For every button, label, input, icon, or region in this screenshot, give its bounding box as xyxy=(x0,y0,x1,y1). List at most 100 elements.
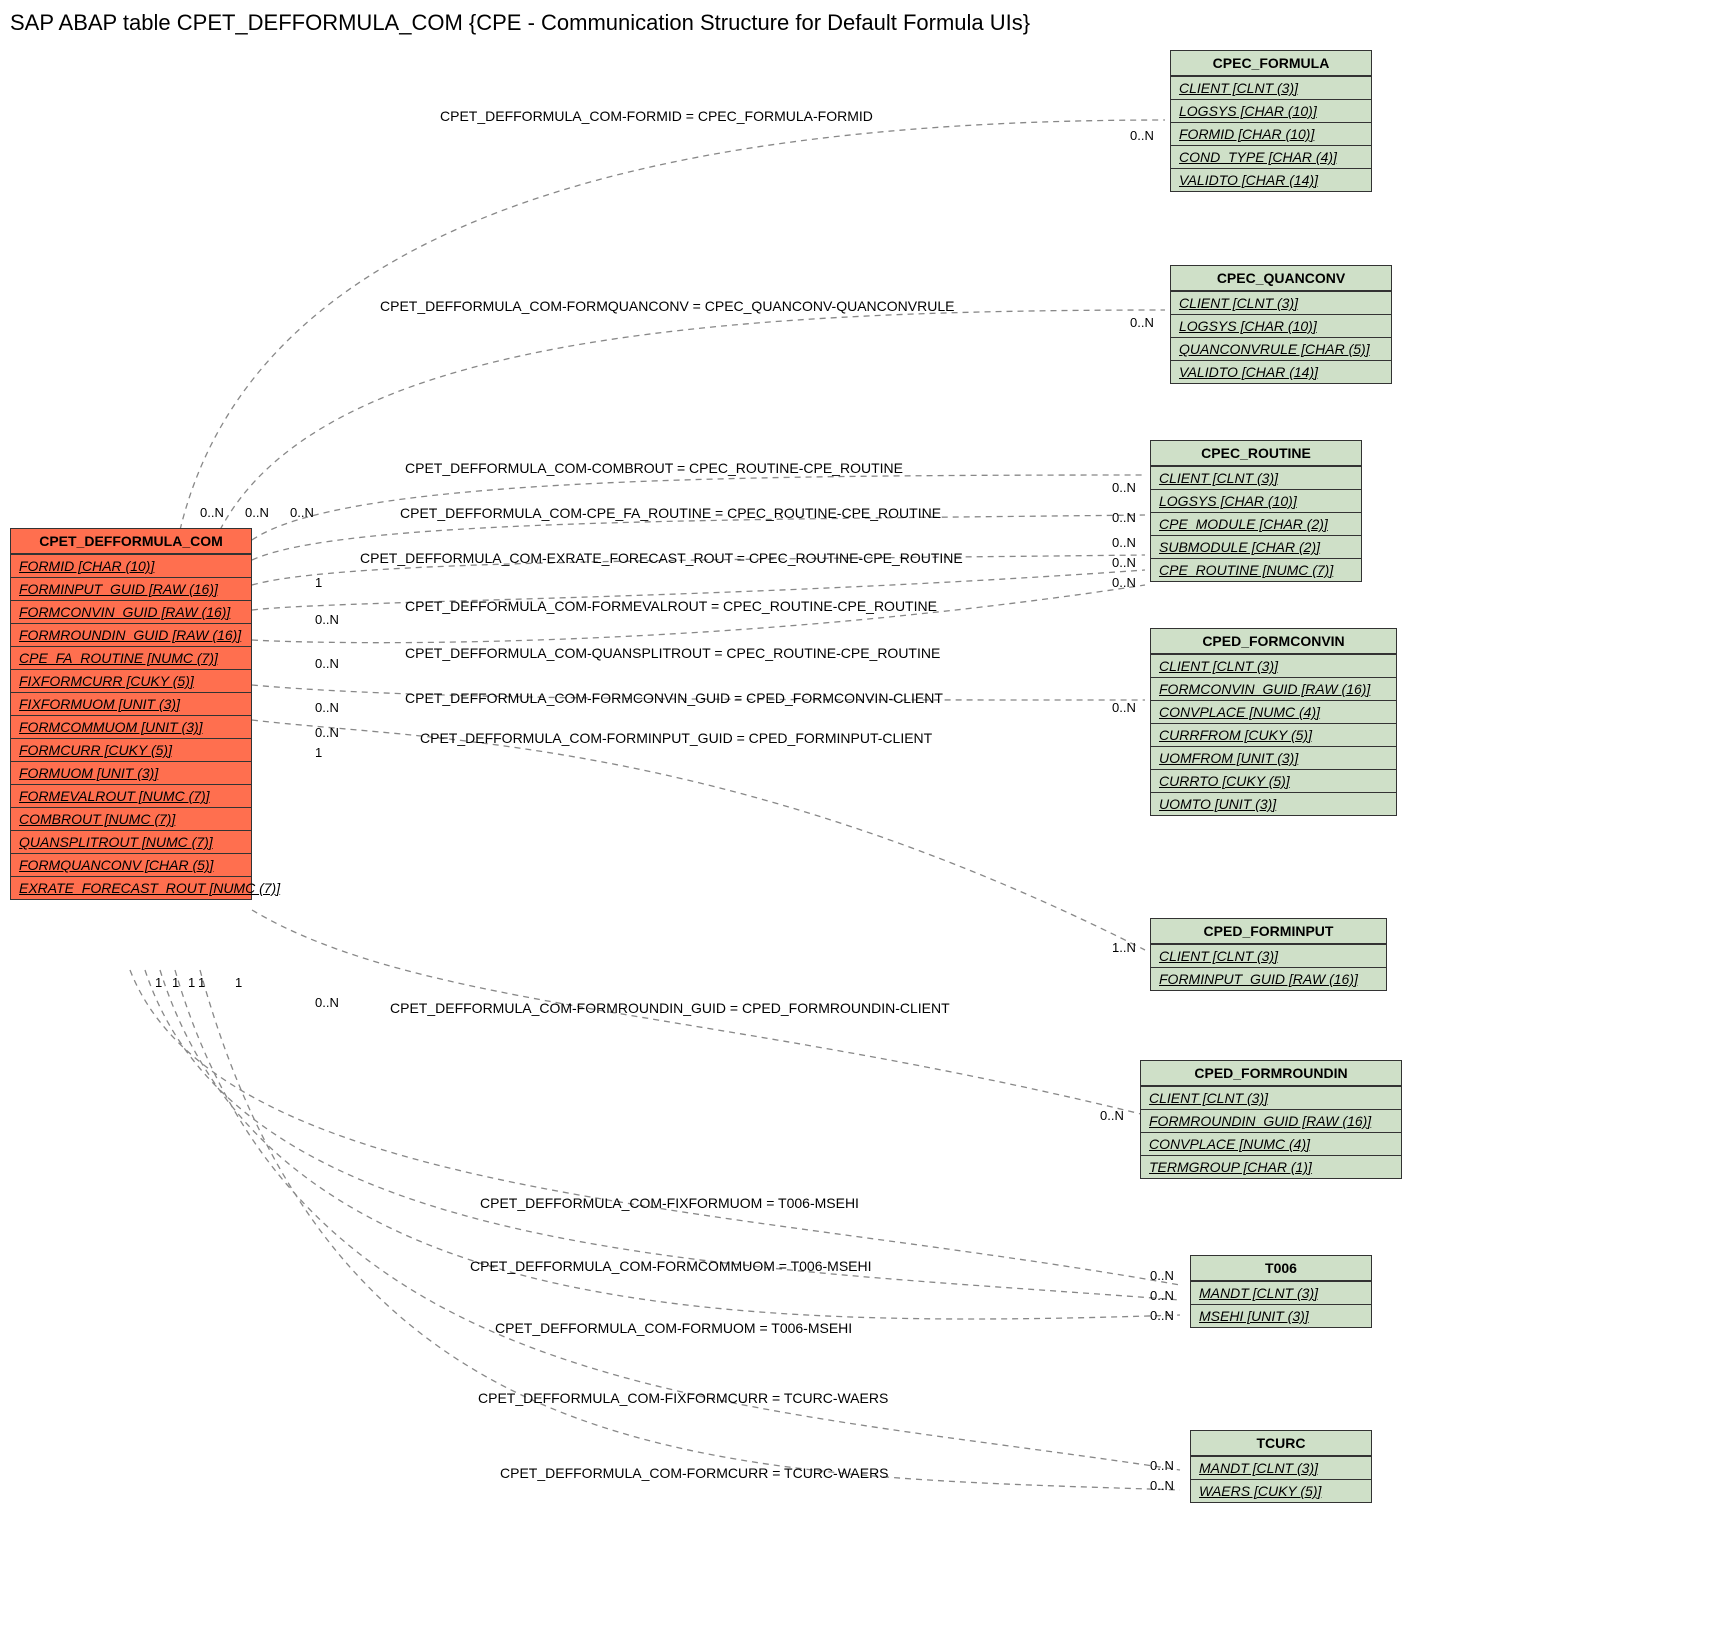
card-label: 1 xyxy=(172,975,179,990)
card-label: 0..N xyxy=(1112,480,1136,495)
table-field: FORMCONVIN_GUID [RAW (16)] xyxy=(1151,677,1396,700)
table-field: FORMINPUT_GUID [RAW (16)] xyxy=(1151,967,1386,990)
table-field: UOMFROM [UNIT (3)] xyxy=(1151,746,1396,769)
rel-label: CPET_DEFFORMULA_COM-EXRATE_FORECAST_ROUT… xyxy=(360,550,963,566)
table-field: CLIENT [CLNT (3)] xyxy=(1171,291,1391,314)
table-field: FORMINPUT_GUID [RAW (16)] xyxy=(11,577,251,600)
table-field: WAERS [CUKY (5)] xyxy=(1191,1479,1371,1502)
ref-table-tcurc: TCURCMANDT [CLNT (3)]WAERS [CUKY (5)] xyxy=(1190,1430,1372,1503)
table-field: QUANSPLITROUT [NUMC (7)] xyxy=(11,830,251,853)
ref-table-cpec-routine: CPEC_ROUTINECLIENT [CLNT (3)]LOGSYS [CHA… xyxy=(1150,440,1362,582)
rel-label: CPET_DEFFORMULA_COM-FORMEVALROUT = CPEC_… xyxy=(405,598,937,614)
rel-label: CPET_DEFFORMULA_COM-COMBROUT = CPEC_ROUT… xyxy=(405,460,903,476)
card-label: 1 xyxy=(315,575,322,590)
table-field: CURRFROM [CUKY (5)] xyxy=(1151,723,1396,746)
card-label: 0..N xyxy=(1112,510,1136,525)
rel-label: CPET_DEFFORMULA_COM-CPE_FA_ROUTINE = CPE… xyxy=(400,505,941,521)
table-field: CLIENT [CLNT (3)] xyxy=(1151,466,1361,489)
card-label: 0..N xyxy=(1112,575,1136,590)
table-field: FORMROUNDIN_GUID [RAW (16)] xyxy=(1141,1109,1401,1132)
card-label: 0..N xyxy=(290,505,314,520)
ref-table-t006: T006MANDT [CLNT (3)]MSEHI [UNIT (3)] xyxy=(1190,1255,1372,1328)
table-field: CPE_ROUTINE [NUMC (7)] xyxy=(1151,558,1361,581)
rel-label: CPET_DEFFORMULA_COM-FORMROUNDIN_GUID = C… xyxy=(390,1000,950,1016)
rel-label: CPET_DEFFORMULA_COM-FORMCONVIN_GUID = CP… xyxy=(405,690,943,706)
card-label: 0..N xyxy=(1150,1458,1174,1473)
table-field: FORMEVALROUT [NUMC (7)] xyxy=(11,784,251,807)
table-field: FORMCONVIN_GUID [RAW (16)] xyxy=(11,600,251,623)
table-field: CLIENT [CLNT (3)] xyxy=(1171,76,1371,99)
card-label: 0..N xyxy=(315,995,339,1010)
table-field: FORMROUNDIN_GUID [RAW (16)] xyxy=(11,623,251,646)
card-label: 0..N xyxy=(1130,128,1154,143)
ref-table-cpec-quanconv: CPEC_QUANCONVCLIENT [CLNT (3)]LOGSYS [CH… xyxy=(1170,265,1392,384)
card-label: 1 xyxy=(198,975,205,990)
table-field: FORMID [CHAR (10)] xyxy=(1171,122,1371,145)
card-label: 1..N xyxy=(1112,940,1136,955)
card-label: 0..N xyxy=(1150,1308,1174,1323)
rel-label: CPET_DEFFORMULA_COM-FORMQUANCONV = CPEC_… xyxy=(380,298,954,314)
card-label: 0..N xyxy=(1130,315,1154,330)
table-field: CONVPLACE [NUMC (4)] xyxy=(1141,1132,1401,1155)
table-field: FORMID [CHAR (10)] xyxy=(11,554,251,577)
rel-label: CPET_DEFFORMULA_COM-QUANSPLITROUT = CPEC… xyxy=(405,645,940,661)
card-label: 1 xyxy=(235,975,242,990)
table-field: CLIENT [CLNT (3)] xyxy=(1141,1086,1401,1109)
card-label: 0..N xyxy=(1112,535,1136,550)
rel-label: CPET_DEFFORMULA_COM-FORMID = CPEC_FORMUL… xyxy=(440,108,873,124)
rel-label: CPET_DEFFORMULA_COM-FORMUOM = T006-MSEHI xyxy=(495,1320,852,1336)
table-field: FORMQUANCONV [CHAR (5)] xyxy=(11,853,251,876)
table-field: FIXFORMCURR [CUKY (5)] xyxy=(11,669,251,692)
table-field: MSEHI [UNIT (3)] xyxy=(1191,1304,1371,1327)
table-field: CLIENT [CLNT (3)] xyxy=(1151,944,1386,967)
card-label: 1 xyxy=(188,975,195,990)
table-field: UOMTO [UNIT (3)] xyxy=(1151,792,1396,815)
table-field: MANDT [CLNT (3)] xyxy=(1191,1281,1371,1304)
main-table: CPET_DEFFORMULA_COM FORMID [CHAR (10)]FO… xyxy=(10,528,252,900)
table-field: VALIDTO [CHAR (14)] xyxy=(1171,168,1371,191)
table-field: CONVPLACE [NUMC (4)] xyxy=(1151,700,1396,723)
card-label: 1 xyxy=(315,745,322,760)
ref-table-cped-formroundin: CPED_FORMROUNDINCLIENT [CLNT (3)]FORMROU… xyxy=(1140,1060,1402,1179)
er-diagram-canvas: SAP ABAP table CPET_DEFFORMULA_COM {CPE … xyxy=(0,0,1720,1643)
card-label: 0..N xyxy=(315,656,339,671)
table-field: FORMUOM [UNIT (3)] xyxy=(11,761,251,784)
table-field: QUANCONVRULE [CHAR (5)] xyxy=(1171,337,1391,360)
card-label: 0..N xyxy=(200,505,224,520)
rel-label: CPET_DEFFORMULA_COM-FIXFORMCURR = TCURC-… xyxy=(478,1390,888,1406)
card-label: 0..N xyxy=(315,700,339,715)
table-field: LOGSYS [CHAR (10)] xyxy=(1171,314,1391,337)
table-field: FORMCOMMUOM [UNIT (3)] xyxy=(11,715,251,738)
table-field: CPE_MODULE [CHAR (2)] xyxy=(1151,512,1361,535)
table-field: COMBROUT [NUMC (7)] xyxy=(11,807,251,830)
card-label: 0..N xyxy=(315,725,339,740)
table-field: FIXFORMUOM [UNIT (3)] xyxy=(11,692,251,715)
card-label: 0..N xyxy=(1150,1478,1174,1493)
table-field: LOGSYS [CHAR (10)] xyxy=(1171,99,1371,122)
ref-table-cped-forminput: CPED_FORMINPUTCLIENT [CLNT (3)]FORMINPUT… xyxy=(1150,918,1387,991)
ref-table-cped-formconvin: CPED_FORMCONVINCLIENT [CLNT (3)]FORMCONV… xyxy=(1150,628,1397,816)
table-field: CPE_FA_ROUTINE [NUMC (7)] xyxy=(11,646,251,669)
card-label: 0..N xyxy=(1150,1288,1174,1303)
table-field: EXRATE_FORECAST_ROUT [NUMC (7)] xyxy=(11,876,251,899)
table-field: TERMGROUP [CHAR (1)] xyxy=(1141,1155,1401,1178)
table-field: SUBMODULE [CHAR (2)] xyxy=(1151,535,1361,558)
main-table-header: CPET_DEFFORMULA_COM xyxy=(11,529,251,554)
card-label: 1 xyxy=(155,975,162,990)
card-label: 0..N xyxy=(1112,700,1136,715)
table-field: COND_TYPE [CHAR (4)] xyxy=(1171,145,1371,168)
rel-label: CPET_DEFFORMULA_COM-FIXFORMUOM = T006-MS… xyxy=(480,1195,859,1211)
table-field: FORMCURR [CUKY (5)] xyxy=(11,738,251,761)
card-label: 0..N xyxy=(1112,555,1136,570)
table-field: MANDT [CLNT (3)] xyxy=(1191,1456,1371,1479)
ref-table-cpec-formula: CPEC_FORMULACLIENT [CLNT (3)]LOGSYS [CHA… xyxy=(1170,50,1372,192)
table-field: CURRTO [CUKY (5)] xyxy=(1151,769,1396,792)
card-label: 0..N xyxy=(245,505,269,520)
card-label: 0..N xyxy=(1100,1108,1124,1123)
card-label: 0..N xyxy=(315,612,339,627)
rel-label: CPET_DEFFORMULA_COM-FORMCURR = TCURC-WAE… xyxy=(500,1465,889,1481)
table-field: CLIENT [CLNT (3)] xyxy=(1151,654,1396,677)
card-label: 0..N xyxy=(1150,1268,1174,1283)
table-field: LOGSYS [CHAR (10)] xyxy=(1151,489,1361,512)
rel-label: CPET_DEFFORMULA_COM-FORMINPUT_GUID = CPE… xyxy=(420,730,932,746)
